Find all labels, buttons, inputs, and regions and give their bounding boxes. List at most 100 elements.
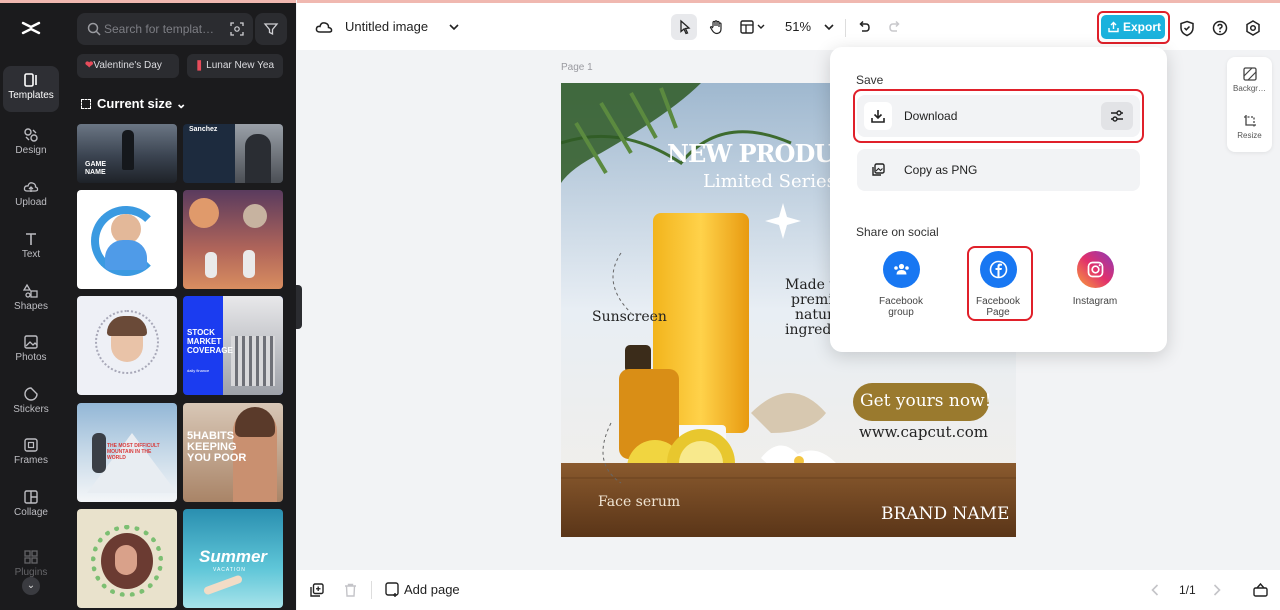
hand-icon — [709, 20, 722, 35]
climber-shape — [92, 433, 106, 473]
rail-item-text[interactable]: Text — [3, 225, 59, 271]
rail-label: Templates — [8, 90, 54, 101]
help-icon[interactable] — [1212, 20, 1228, 36]
template-thumb-stock-market[interactable]: STOCK MARKET COVERAGE daily finance — [183, 296, 283, 395]
thumb-text: GAME NAME — [85, 161, 106, 176]
template-thumb-space[interactable] — [183, 190, 283, 289]
stickers-icon — [24, 387, 38, 401]
properties-mini-panel: Backgr… Resize — [1227, 57, 1272, 152]
poster-sunscreen-label[interactable]: Sunscreen — [592, 309, 667, 325]
thumb-text: Sanchez — [189, 126, 218, 133]
export-button[interactable]: Export — [1101, 15, 1165, 39]
chevron-down-icon: ⌄ — [175, 96, 187, 111]
filter-icon — [263, 23, 279, 36]
chevron-down-icon[interactable]: ⌄ — [22, 577, 40, 595]
settings-icon[interactable] — [1245, 20, 1261, 36]
trash-icon[interactable] — [344, 583, 357, 597]
thumb-text: STOCK MARKET COVERAGE — [187, 328, 233, 355]
pages-panel-icon[interactable] — [1253, 582, 1268, 597]
chip-lunar-new-year[interactable]: ❚ Lunar New Yea — [187, 54, 283, 78]
template-thumb-floral-frame[interactable] — [77, 509, 177, 608]
poster-brand-name[interactable]: BRAND NAME — [881, 504, 1009, 524]
zoom-dropdown-button[interactable] — [817, 14, 837, 40]
resize-frame-icon — [81, 99, 91, 109]
face-shape — [115, 545, 137, 575]
undo-button[interactable] — [850, 14, 876, 40]
current-size-dropdown[interactable]: Current size ⌄ — [81, 96, 187, 112]
copy-icon — [872, 163, 885, 176]
shield-icon[interactable] — [1179, 20, 1195, 37]
columns-shape — [231, 336, 275, 386]
left-rail: Templates Design Upload Text Shapes Phot… — [0, 0, 62, 610]
astronaut-shape — [243, 250, 255, 278]
share-heading: Share on social — [856, 225, 939, 239]
frames-icon — [24, 438, 38, 452]
search-placeholder: Search for templat… — [104, 22, 215, 36]
resize-button[interactable]: Resize — [1227, 114, 1272, 140]
panel-collapse-handle[interactable] — [296, 285, 302, 329]
copy-as-png-row[interactable]: Copy as PNG — [857, 149, 1140, 191]
swimmer-shape — [202, 574, 244, 596]
hand-tool-button[interactable] — [702, 14, 728, 40]
poster-url[interactable]: www.capcut.com — [859, 423, 988, 441]
instagram-icon — [1076, 251, 1114, 288]
template-thumb-summer[interactable]: Summer VACATION — [183, 509, 283, 608]
upload-icon — [23, 182, 39, 192]
poster-headline[interactable]: NEW PRODUC — [667, 139, 853, 168]
poster-subheadline[interactable]: Limited Series — [703, 171, 836, 192]
rail-item-shapes[interactable]: Shapes — [3, 277, 59, 323]
capcut-logo-icon[interactable] — [18, 17, 44, 43]
zoom-level[interactable]: 51% — [785, 19, 811, 34]
document-title: Untitled image — [345, 19, 429, 34]
image-search-icon[interactable] — [229, 21, 245, 37]
rail-item-collage[interactable]: Collage — [3, 483, 59, 529]
rail-item-photos[interactable]: Photos — [3, 328, 59, 374]
layout-dropdown-button[interactable] — [734, 14, 772, 40]
poster-cta[interactable]: Get yours now! — [860, 391, 991, 411]
template-thumb-portrait-ring[interactable] — [77, 190, 177, 289]
duplicate-page-icon[interactable] — [310, 583, 324, 597]
download-highlight — [853, 89, 1144, 143]
template-thumb-floral-portrait[interactable] — [77, 296, 177, 395]
template-thumb-sanchez[interactable]: Sanchez — [183, 124, 283, 183]
template-thumb-mountain[interactable]: THE MOST DIFFICULT MOUNTAIN IN THE WORLD — [77, 403, 177, 502]
filter-button[interactable] — [255, 13, 287, 45]
page-label: Page 1 — [561, 62, 593, 73]
thumb-subtext: VACATION — [213, 567, 246, 573]
rail-label: Text — [21, 249, 41, 260]
suit-shape — [245, 134, 271, 183]
background-button[interactable]: Backgr… — [1227, 67, 1272, 93]
rail-label: Shapes — [14, 301, 48, 312]
layout-icon — [740, 20, 765, 34]
undo-icon — [859, 20, 870, 32]
top-bar: Untitled image 51% Export — [297, 0, 1280, 50]
templates-panel: Search for templat… ❤Valentine's Day ❚ L… — [62, 0, 296, 610]
rail-item-frames[interactable]: Frames — [3, 431, 59, 477]
search-input[interactable]: Search for templat… — [77, 13, 253, 45]
rail-item-design[interactable]: Design — [3, 121, 59, 167]
thumb-text: Summer — [199, 547, 268, 566]
planet-shape — [243, 204, 267, 228]
cursor-icon — [680, 19, 691, 35]
chip-valentines-day[interactable]: ❤Valentine's Day — [77, 54, 179, 78]
astronaut-shape — [205, 252, 217, 278]
share-instagram[interactable]: Instagram — [1065, 251, 1125, 307]
add-page-button[interactable]: Add page — [385, 582, 460, 597]
template-thumb-game[interactable]: GAME NAME — [77, 124, 177, 183]
photos-icon — [24, 335, 38, 349]
template-thumb-5-habits[interactable]: 5HABITS KEEPING YOU POOR — [183, 403, 283, 502]
rail-label: Stickers — [13, 404, 49, 415]
rail-item-templates[interactable]: Templates — [3, 66, 59, 112]
figure-silhouette — [122, 130, 134, 170]
collage-icon — [24, 490, 38, 504]
previous-page-icon[interactable] — [1151, 584, 1159, 596]
next-page-icon[interactable] — [1213, 584, 1221, 596]
rail-item-upload[interactable]: Upload — [3, 173, 59, 219]
page-counter: 1/1 — [1179, 583, 1196, 597]
select-tool-button[interactable] — [671, 14, 697, 40]
copy-icon-wrap — [864, 156, 892, 184]
redo-button[interactable] — [881, 14, 907, 40]
share-facebook-group[interactable]: Facebook group — [871, 251, 931, 318]
poster-face-serum-label[interactable]: Face serum — [598, 494, 680, 510]
rail-item-stickers[interactable]: Stickers — [3, 380, 59, 426]
